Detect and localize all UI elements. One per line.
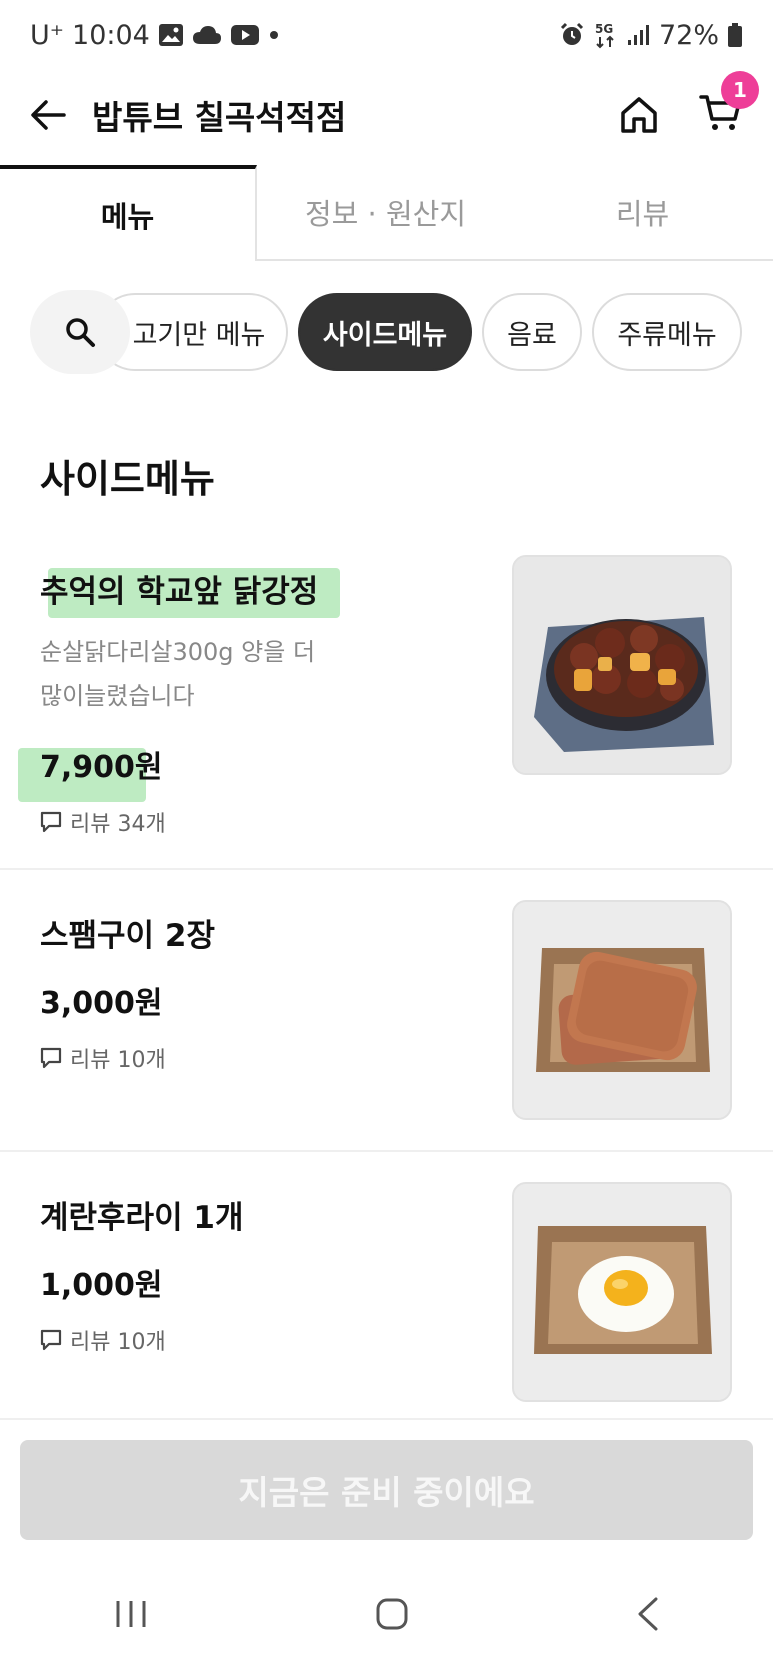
menu-item-name: 추억의 학교앞 닭강정 [40,574,319,610]
menu-item-fried-egg[interactable]: 계란후라이 1개 1,000원 리뷰 10개 [0,1152,773,1420]
back-nav-icon[interactable] [636,1597,660,1631]
svg-text:5G: 5G [595,22,613,36]
chip-drinks[interactable]: 음료 [482,293,582,371]
menu-item-photo [512,1182,732,1402]
battery-percent: 72% [658,19,719,51]
status-time: 10:04 [72,19,150,51]
notification-dot-icon [268,29,280,41]
status-bar: U⁺ 10:04 5G 72% [0,0,773,70]
review-count: 리뷰 10개 [70,1330,166,1355]
menu-item-price: 1,000원 [40,1268,163,1303]
menu-item-dakgangjeong[interactable]: 추억의 학교앞 닭강정 순살닭다리살300g 양을 더 많이늘렸습니다 7,90… [0,550,773,870]
tab-reviews[interactable]: 리뷰 [514,165,771,259]
menu-item-spam[interactable]: 스팸구이 2장 3,000원 리뷰 10개 [0,870,773,1152]
cloud-icon [192,24,222,46]
menu-item-name: 스팸구이 2장 [40,918,215,954]
chip-side-menu[interactable]: 사이드메뉴 [298,293,472,371]
speech-bubble-icon [40,811,62,833]
category-chips: 고기만 메뉴 사이드메뉴 음료 주류메뉴 [0,290,773,374]
menu-item-reviews: 리뷰 10개 [40,1042,166,1074]
chip-alcohol-menu[interactable]: 주류메뉴 [592,293,742,371]
search-icon [64,316,96,348]
app-bar: 밥튜브 칠곡석적점 1 [0,70,773,160]
menu-item-description-line: 많이늘렸습니다 [40,682,195,710]
menu-search-button[interactable] [30,290,130,374]
menu-item-photo [512,900,732,1120]
store-title: 밥튜브 칠곡석적점 [92,98,347,137]
store-tabs: 메뉴 정보 · 원산지 리뷰 [0,165,773,261]
cart-button[interactable]: 1 [699,71,759,137]
5g-icon: 5G [593,21,619,49]
gallery-icon [158,23,184,47]
tab-menu[interactable]: 메뉴 [0,165,257,261]
system-nav-bar [0,1570,773,1658]
menu-item-price: 7,900원 [40,750,163,785]
home-nav-icon[interactable] [375,1597,409,1631]
menu-item-description: 순살닭다리살300g 양을 더 많이늘렸습니다 [40,630,360,718]
signal-icon [627,24,651,46]
menu-item-name: 계란후라이 1개 [40,1200,244,1236]
menu-item-description-line: 순살닭다리살300g 양을 더 [40,638,316,666]
alarm-icon [559,22,585,48]
order-status-button[interactable]: 지금은 준비 중이에요 [20,1440,753,1540]
menu-item-reviews: 리뷰 10개 [40,1324,166,1356]
back-arrow-icon[interactable] [30,99,66,131]
recent-apps-icon[interactable] [114,1599,148,1629]
cart-count-badge: 1 [721,71,759,109]
review-count: 리뷰 34개 [70,812,166,837]
speech-bubble-icon [40,1047,62,1069]
menu-item-photo [512,555,732,775]
tab-info-origin[interactable]: 정보 · 원산지 [257,165,514,259]
review-count: 리뷰 10개 [70,1048,166,1073]
youtube-icon [230,24,260,46]
menu-item-price: 3,000원 [40,986,163,1021]
speech-bubble-icon [40,1329,62,1351]
section-title: 사이드메뉴 [40,457,215,501]
menu-item-reviews: 리뷰 34개 [40,806,166,838]
carrier-label: U⁺ [30,19,65,51]
battery-icon [727,22,743,48]
home-icon[interactable] [619,95,659,135]
